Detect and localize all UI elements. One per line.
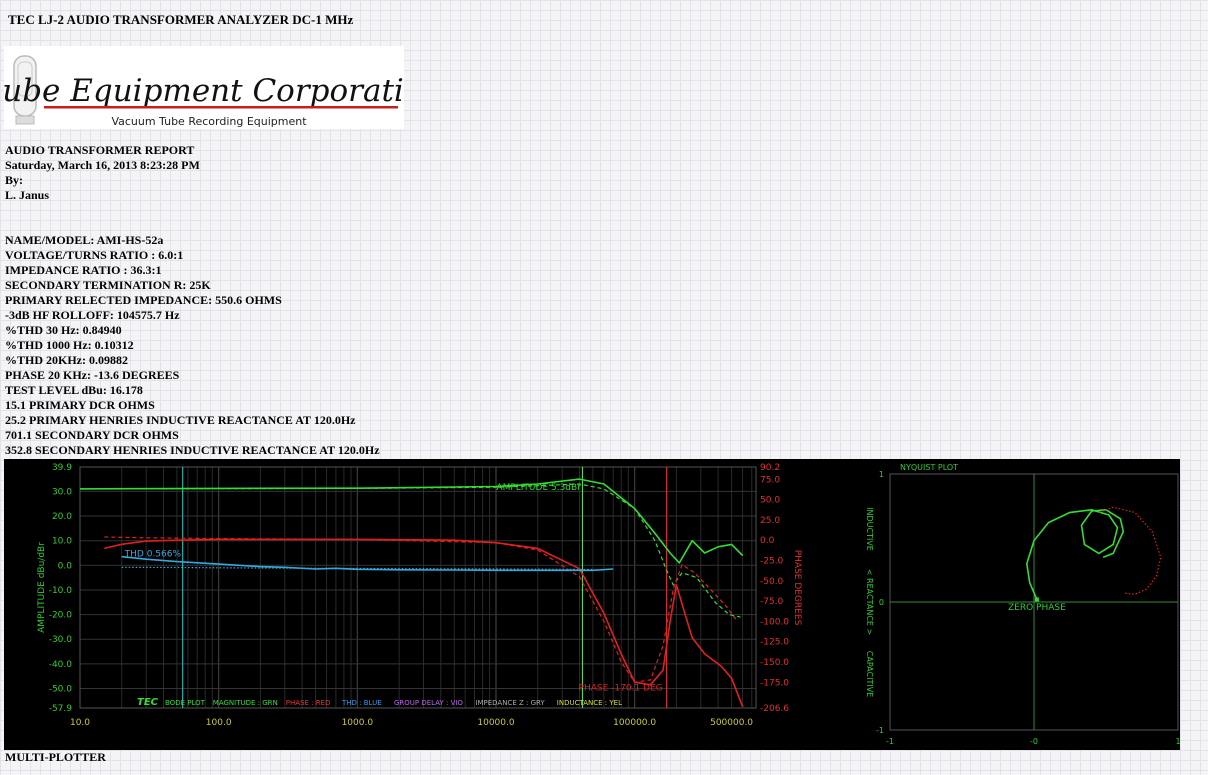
multi-plotter-svg: 39.930.020.010.00.0-10.0-20.0-30.0-40.0-… xyxy=(37,463,1180,746)
page-title: TEC LJ-2 AUDIO TRANSFORMER ANALYZER DC-1… xyxy=(8,12,354,27)
x-axis-tick-label: 1000.0 xyxy=(342,718,374,728)
multi-plotter-panel: 39.9 30.0 20.0 10.0 0.0 -10.0 -20.0 -30.0 -40.0-… xyxy=(4,459,1180,750)
spec-line: 701.1 SECONDARY DCR OHMS xyxy=(5,428,179,442)
right-axis-tick-label: -75.0 xyxy=(760,597,784,607)
spec-line: NAME/MODEL: AMI-HS-52a xyxy=(5,233,164,247)
legend-item: THD : BLUE xyxy=(341,699,382,707)
right-axis-tick-label: 0.0 xyxy=(760,536,775,546)
report-by-label: By: xyxy=(5,173,23,187)
nyquist-y-tick-label: 0 xyxy=(879,598,884,607)
nyquist-title: NYQUIST PLOT xyxy=(900,463,958,472)
report-heading: AUDIO TRANSFORMER REPORT xyxy=(5,143,195,157)
thd-annotation: THD 0.566% xyxy=(124,549,182,559)
legend-item: BODE PLOT xyxy=(165,699,206,707)
right-axis-tick-label: -25.0 xyxy=(760,557,784,567)
report-author: L. Janus xyxy=(5,188,50,202)
right-axis-tick-label: 25.0 xyxy=(760,516,780,526)
right-axis-title: PHASE DEGREES xyxy=(792,550,802,626)
nyquist-series-nyquist-ref xyxy=(1098,506,1162,595)
left-axis-tick-label: -10.0 xyxy=(49,586,73,596)
nyquist-inductive-label: INDUCTIVE xyxy=(865,507,874,551)
right-axis-tick-label: -150.0 xyxy=(760,658,789,668)
right-axis-tick-label: -50.0 xyxy=(760,577,784,587)
zero-phase-marker xyxy=(1034,597,1039,602)
spec-line: SECONDARY TERMINATION R: 25K xyxy=(5,278,211,292)
spec-line: TEST LEVEL dBu: 16.178 xyxy=(5,383,143,397)
spec-line: -3dB HF ROLLOFF: 104575.7 Hz xyxy=(5,308,180,322)
multi-plotter-label: MULTI-PLOTTER xyxy=(5,750,106,764)
x-axis-tick-label: 10.0 xyxy=(70,718,90,728)
phase-annotation: PHASE -170.1 DEG xyxy=(579,683,663,693)
nyquist-reactance-label: < REACTANCE > xyxy=(865,569,874,635)
right-axis-tick-label: 75.0 xyxy=(760,475,780,485)
logo-underline xyxy=(44,106,398,109)
left-axis-tick-label: 39.9 xyxy=(52,463,72,473)
nyquist-x-tick-label: -1 xyxy=(886,737,894,746)
left-axis-tick-label: 0.0 xyxy=(58,561,73,571)
zero-phase-annotation: ZERO PHASE xyxy=(1008,603,1066,613)
nyquist-x-tick-label: 1 xyxy=(1175,737,1180,746)
spec-line: PHASE 20 KHz: -13.6 DEGREES xyxy=(5,368,180,382)
left-axis-tick-label: -57.9 xyxy=(49,704,73,714)
left-axis-tick-label: 30.0 xyxy=(52,487,72,497)
right-axis-tick-label: 90.2 xyxy=(760,463,780,473)
nyquist-capacitive-label: CAPACITIVE xyxy=(865,651,874,697)
legend-item: IMPEDANCE Z : GRY xyxy=(475,699,545,707)
spec-line: VOLTAGE/TURNS RATIO : 6.0:1 xyxy=(5,248,184,262)
left-axis-title: AMPLITUDE dBu/dBr xyxy=(37,542,47,633)
logo-name: Tube Equipment Corporation xyxy=(4,73,404,109)
spec-line: 25.2 PRIMARY HENRIES INDUCTIVE REACTANCE… xyxy=(5,413,356,427)
logo-tagline: Vacuum Tube Recording Equipment xyxy=(111,115,307,128)
spec-list: NAME/MODEL: AMI-HS-52a VOLTAGE/TURNS RAT… xyxy=(5,233,380,458)
nyquist-x-tick-label: -0 xyxy=(1030,737,1038,746)
right-axis-tick-label: -206.6 xyxy=(760,704,789,714)
nyquist-series-nyquist xyxy=(1025,508,1125,600)
spec-line: PRIMARY RELECTED IMPEDANCE: 550.6 OHMS xyxy=(5,293,282,307)
left-axis-tick-label: -40.0 xyxy=(49,660,73,670)
spec-line: %THD 1000 Hz: 0.10312 xyxy=(5,338,134,352)
x-axis-tick-label: 500000.0 xyxy=(710,718,753,728)
bode-plot-frame xyxy=(79,466,757,709)
nyquist-y-tick-label: -1 xyxy=(876,726,884,735)
left-axis-tick-label: -20.0 xyxy=(49,611,73,621)
x-axis-tick-label: 10000.0 xyxy=(477,718,514,728)
nyquist-y-tick-label: 1 xyxy=(879,470,884,479)
spec-line: 352.8 SECONDARY HENRIES INDUCTIVE REACTA… xyxy=(5,443,380,457)
right-axis-tick-label: -125.0 xyxy=(760,638,789,648)
left-axis-tick-label: -30.0 xyxy=(49,635,73,645)
legend-brand: TEC xyxy=(137,697,159,708)
company-logo: Tube Equipment Corporation Vacuum Tube R… xyxy=(4,46,404,129)
left-axis-tick-label: -50.0 xyxy=(49,685,73,695)
left-axis-tick-label: 20.0 xyxy=(52,512,72,522)
legend-item: MAGNITUDE : GRN xyxy=(213,699,278,707)
x-axis-tick-label: 100000.0 xyxy=(613,718,656,728)
spec-line: 15.1 PRIMARY DCR OHMS xyxy=(5,398,155,412)
amplitude-annotation: AMPLITUDE 5.3dBr xyxy=(496,483,581,493)
legend-item: PHASE : RED xyxy=(286,699,331,707)
report-datetime: Saturday, March 16, 2013 8:23:28 PM xyxy=(5,158,200,172)
right-axis-tick-label: -100.0 xyxy=(760,617,789,627)
report-header: AUDIO TRANSFORMER REPORT Saturday, March… xyxy=(5,143,200,203)
left-axis-tick-label: 10.0 xyxy=(52,537,72,547)
right-axis-tick-label: -175.0 xyxy=(760,678,789,688)
legend-item: INDUCTANCE : YEL xyxy=(557,699,622,707)
x-axis-tick-label: 100.0 xyxy=(206,718,232,728)
spec-line: %THD 20KHz: 0.09882 xyxy=(5,353,128,367)
right-axis-tick-label: 50.0 xyxy=(760,496,780,506)
spec-line: %THD 30 Hz: 0.84940 xyxy=(5,323,122,337)
series-phase-ref xyxy=(104,536,738,683)
legend-item: GROUP DELAY : VIO xyxy=(394,699,463,707)
spec-line: IMPEDANCE RATIO : 36.3:1 xyxy=(5,263,162,277)
